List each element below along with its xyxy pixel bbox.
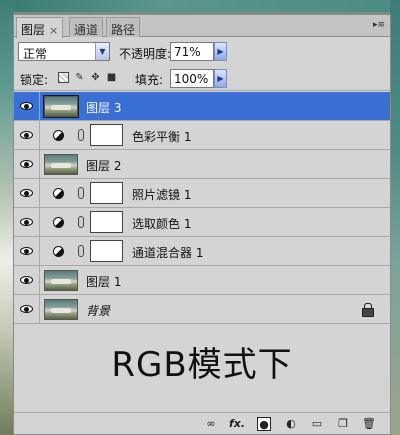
lock-fill-row: 锁定: ✎ ✥ ■ 填充: 100% ▶ [14, 67, 390, 91]
fill-label: 填充: [135, 73, 164, 87]
layers-list: 图层 3 色彩平衡 1 图层 2 照片滤镜 1 选取颜色 1 通道混合器 1 图… [14, 92, 390, 324]
layer-thumbnail [44, 154, 78, 175]
eye-icon [20, 305, 33, 313]
layer-mask-thumbnail[interactable] [90, 240, 123, 262]
visibility-toggle[interactable] [14, 150, 40, 178]
layer-thumbnail [44, 270, 78, 291]
tab-layers[interactable]: 图层 × [16, 17, 64, 38]
layer-mask-thumbnail[interactable] [90, 211, 123, 233]
layer-row-color-balance[interactable]: 色彩平衡 1 [14, 121, 390, 150]
background-photo-right [390, 0, 400, 435]
lock-label: 锁定: [20, 73, 49, 87]
eye-icon [20, 102, 33, 110]
layer-name[interactable]: 图层 2 [86, 157, 121, 174]
layer-name[interactable]: 背景 [86, 302, 110, 319]
panel-tab-bar: 图层 × 通道 路径 ▸≡ [14, 15, 390, 38]
layer-row-selective-color[interactable]: 选取颜色 1 [14, 208, 390, 237]
tab-paths[interactable]: 路径 [106, 17, 141, 37]
panel-menu-icon[interactable]: ▸≡ [372, 18, 386, 32]
visibility-toggle[interactable] [14, 266, 40, 294]
lock-icon [362, 303, 374, 317]
lock-transparent-pixels-icon[interactable] [58, 72, 69, 83]
lock-all-icon[interactable]: ■ [106, 72, 117, 83]
visibility-toggle[interactable] [14, 237, 40, 265]
chain-link-icon[interactable] [78, 216, 84, 228]
layer-name[interactable]: 照片滤镜 1 [132, 186, 191, 203]
layer-name[interactable]: 图层 3 [86, 99, 121, 116]
layer-row-background[interactable]: 背景 [14, 295, 390, 324]
layer-name[interactable]: 图层 1 [86, 273, 121, 290]
eye-icon [20, 189, 33, 197]
adjustment-layer-icon [53, 188, 64, 199]
eye-icon [20, 276, 33, 284]
visibility-toggle[interactable] [14, 179, 40, 207]
new-layer-icon[interactable]: ❐ [336, 417, 350, 431]
add-mask-icon[interactable]: ● [257, 417, 271, 431]
tab-close-icon[interactable]: × [49, 24, 58, 37]
visibility-toggle[interactable] [14, 92, 40, 120]
layer-row-channel-mixer[interactable]: 通道混合器 1 [14, 237, 390, 266]
panel-bottom-bar: ∞ fx. ● ◐ ▭ ❐ 🗑 [14, 412, 390, 434]
visibility-toggle[interactable] [14, 295, 40, 323]
blend-mode-value: 正常 [23, 47, 48, 61]
eye-icon [20, 247, 33, 255]
eye-icon [20, 218, 33, 226]
background-photo-top [0, 0, 400, 12]
lock-image-pixels-icon[interactable]: ✎ [74, 72, 85, 83]
tab-paths-label: 路径 [111, 23, 136, 37]
new-adjustment-icon[interactable]: ◐ [284, 417, 298, 431]
layer-row-layer-1[interactable]: 图层 1 [14, 266, 390, 295]
adjustment-layer-icon [53, 130, 64, 141]
layers-panel: 图层 × 通道 路径 ▸≡ 正常 ▼ 不透明度: 71% ▶ 锁定: ✎ ✥ ■ … [13, 14, 391, 435]
visibility-toggle[interactable] [14, 208, 40, 236]
adjustment-layer-icon [53, 217, 64, 228]
layer-row-layer-3[interactable]: 图层 3 [14, 92, 390, 121]
layer-row-layer-2[interactable]: 图层 2 [14, 150, 390, 179]
fx-icon[interactable]: fx. [227, 417, 247, 431]
blend-mode-select[interactable]: 正常 ▼ [18, 42, 110, 61]
chevron-down-icon[interactable]: ▼ [95, 43, 109, 60]
fill-slider-arrow-icon[interactable]: ▶ [214, 69, 227, 88]
chain-link-icon[interactable] [78, 245, 84, 257]
chain-link-icon[interactable] [78, 187, 84, 199]
opacity-slider-arrow-icon[interactable]: ▶ [214, 42, 227, 61]
layer-name[interactable]: 色彩平衡 1 [132, 128, 191, 145]
layer-mask-thumbnail[interactable] [90, 124, 123, 146]
tab-channels[interactable]: 通道 [69, 17, 104, 37]
visibility-toggle[interactable] [14, 121, 40, 149]
caption-text: RGB模式下 [111, 345, 293, 385]
background-photo-left [0, 0, 14, 435]
layer-thumbnail [44, 299, 78, 320]
layer-thumbnail [43, 95, 79, 118]
layer-name[interactable]: 选取颜色 1 [132, 215, 191, 232]
delete-layer-icon[interactable]: 🗑 [362, 417, 376, 431]
layer-mask-thumbnail[interactable] [90, 182, 123, 204]
fill-input[interactable]: 100% [170, 69, 214, 88]
chain-link-icon[interactable] [78, 129, 84, 141]
opacity-label: 不透明度: [119, 47, 172, 61]
eye-icon [20, 131, 33, 139]
adjustment-layer-icon [53, 246, 64, 257]
layer-row-photo-filter[interactable]: 照片滤镜 1 [14, 179, 390, 208]
link-layers-icon[interactable]: ∞ [204, 417, 218, 431]
eye-icon [20, 160, 33, 168]
opacity-input[interactable]: 71% [170, 42, 214, 61]
new-group-icon[interactable]: ▭ [310, 417, 324, 431]
lock-position-icon[interactable]: ✥ [90, 72, 101, 83]
tab-channels-label: 通道 [74, 23, 99, 37]
layer-name[interactable]: 通道混合器 1 [132, 244, 203, 261]
tab-layers-label: 图层 [21, 23, 46, 37]
